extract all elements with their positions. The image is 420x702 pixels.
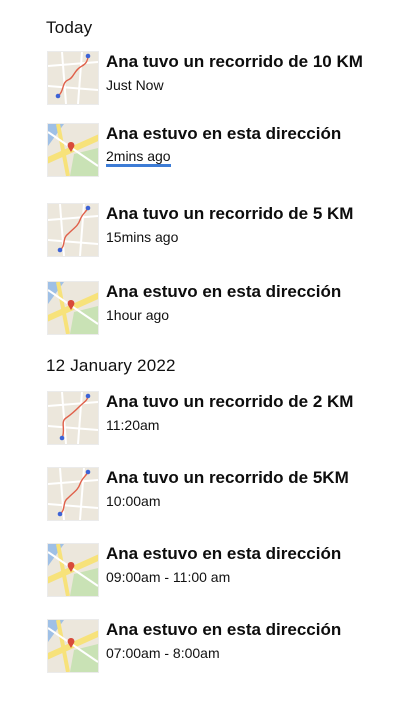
activity-time: 1hour ago bbox=[106, 307, 170, 323]
activity-title: Ana estuvo en esta dirección bbox=[106, 620, 342, 639]
list-item[interactable]: Ana estuvo en esta dirección 1hour ago bbox=[48, 282, 408, 336]
location-map-thumbnail bbox=[48, 544, 98, 596]
activity-time: 15mins ago bbox=[106, 229, 179, 245]
activity-title: Ana tuvo un recorrido de 10 KM bbox=[106, 52, 363, 71]
route-map-thumbnail bbox=[48, 52, 98, 104]
activity-time: 11:20am bbox=[106, 417, 160, 433]
section-title-date: 12 January 2022 bbox=[46, 356, 176, 375]
activity-title: Ana tuvo un recorrido de 5KM bbox=[106, 468, 349, 487]
location-map-thumbnail bbox=[48, 124, 98, 176]
list-item[interactable]: Ana estuvo en esta dirección 09:00am - 1… bbox=[48, 544, 408, 598]
list-item[interactable]: Ana estuvo en esta dirección 2mins ago bbox=[48, 124, 408, 178]
activity-time: 09:00am - 11:00 am bbox=[106, 569, 231, 585]
activity-title: Ana tuvo un recorrido de 2 KM bbox=[106, 392, 354, 411]
activity-time: 2mins ago bbox=[106, 149, 171, 167]
activity-time: 07:00am - 8:00am bbox=[106, 645, 220, 661]
route-map-thumbnail bbox=[48, 468, 98, 520]
route-map-thumbnail bbox=[48, 392, 98, 444]
list-item[interactable]: Ana tuvo un recorrido de 5 KM 15mins ago bbox=[48, 204, 408, 258]
activity-time: Just Now bbox=[106, 77, 164, 93]
location-map-thumbnail bbox=[48, 620, 98, 672]
location-map-thumbnail bbox=[48, 282, 98, 334]
activity-title: Ana estuvo en esta dirección bbox=[106, 124, 342, 143]
activity-title: Ana estuvo en esta dirección bbox=[106, 282, 342, 301]
list-item[interactable]: Ana tuvo un recorrido de 5KM 10:00am bbox=[48, 468, 408, 522]
activity-title: Ana tuvo un recorrido de 5 KM bbox=[106, 204, 354, 223]
route-map-thumbnail bbox=[48, 204, 98, 256]
list-item[interactable]: Ana tuvo un recorrido de 10 KM Just Now bbox=[48, 52, 408, 106]
activity-title: Ana estuvo en esta dirección bbox=[106, 544, 342, 563]
section-title-today: Today bbox=[46, 18, 93, 37]
list-item[interactable]: Ana estuvo en esta dirección 07:00am - 8… bbox=[48, 620, 408, 674]
activity-time: 10:00am bbox=[106, 493, 161, 509]
list-item[interactable]: Ana tuvo un recorrido de 2 KM 11:20am bbox=[48, 392, 408, 446]
